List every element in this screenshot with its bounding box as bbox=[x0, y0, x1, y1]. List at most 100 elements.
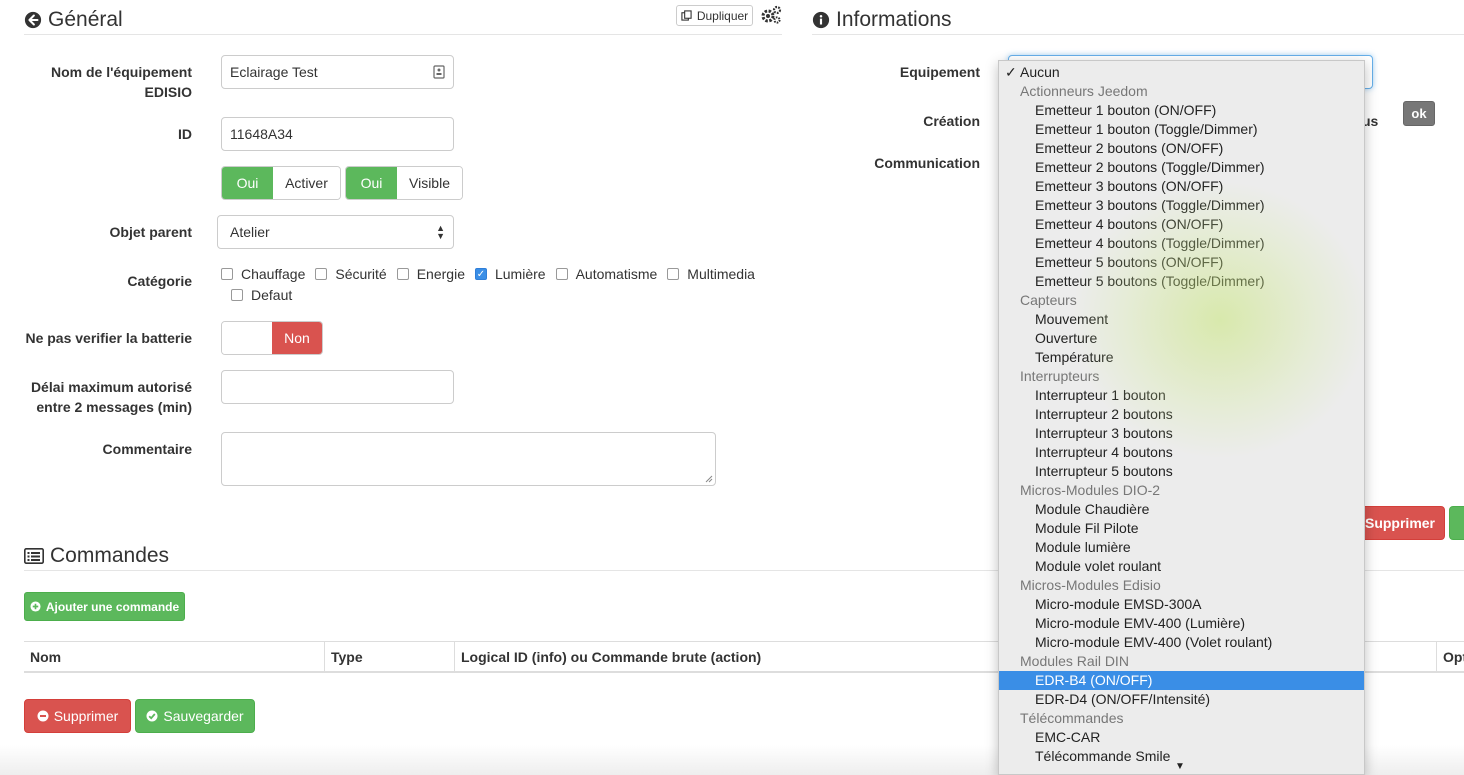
visible-toggle[interactable]: Oui Visible bbox=[345, 166, 463, 200]
checkbox[interactable] bbox=[555, 268, 568, 280]
dropdown-option[interactable]: Interrupteur 2 boutons bbox=[999, 405, 1364, 424]
dropdown-option[interactable]: Interrupteur 4 boutons bbox=[999, 443, 1364, 462]
delay-input[interactable] bbox=[221, 370, 454, 404]
parent-select[interactable]: Atelier ▲ ▼ bbox=[217, 215, 454, 249]
category-row-1: Chauffage Sécurité Energie ✓ Lumière Auto… bbox=[221, 266, 765, 282]
name-input[interactable]: Eclairage Test bbox=[221, 55, 454, 89]
dropdown-list: ✓ Aucun Actionneurs Jeedom Emetteur 1 bouto… bbox=[999, 61, 1364, 766]
arrow-circle-left-icon[interactable] bbox=[24, 11, 42, 29]
category-row-2: Defaut bbox=[231, 287, 302, 303]
info-partial-green-button[interactable] bbox=[1449, 506, 1464, 540]
dropdown-option[interactable]: Micro-module EMSD-300A bbox=[999, 595, 1364, 614]
plus-circle-icon bbox=[30, 601, 41, 612]
dropdown-group-label: Actionneurs Jeedom bbox=[1020, 83, 1148, 99]
minus-circle-icon bbox=[37, 710, 49, 722]
checkbox-checked[interactable]: ✓ bbox=[474, 268, 487, 280]
informations-divider bbox=[812, 34, 1464, 35]
battery-value[interactable]: Non bbox=[272, 322, 322, 354]
battery-label: Ne pas verifier la batterie bbox=[25, 330, 192, 346]
contact-card-icon bbox=[433, 65, 445, 79]
dropdown-option[interactable]: Emetteur 5 boutons (ON/OFF) bbox=[999, 253, 1364, 272]
dropdown-option[interactable]: Emetteur 1 bouton (Toggle/Dimmer) bbox=[999, 120, 1364, 139]
dropdown-option[interactable]: Micro-module EMV-400 (Lumière) bbox=[999, 614, 1364, 633]
save-button[interactable]: Sauvegarder bbox=[135, 699, 255, 733]
informations-section-title: Informations bbox=[812, 8, 952, 32]
general-title: Général bbox=[48, 8, 123, 31]
dropdown-group-label: Micros-Modules DIO-2 bbox=[1020, 482, 1161, 498]
commands-title: Commandes bbox=[50, 544, 170, 567]
select-arrows-icon: ▲▼ bbox=[436, 223, 445, 241]
dropdown-option[interactable]: EMC-CAR bbox=[999, 728, 1364, 747]
category-securite[interactable]: Sécurité bbox=[315, 266, 387, 282]
check-circle-icon bbox=[146, 710, 158, 722]
creation-label: Création bbox=[923, 113, 980, 129]
checkbox[interactable] bbox=[667, 268, 680, 280]
column-type: Type bbox=[324, 642, 363, 672]
checkbox[interactable] bbox=[221, 268, 233, 280]
dropdown-group-label: Télécommandes bbox=[1020, 710, 1124, 726]
delete-button[interactable]: Supprimer bbox=[24, 699, 131, 733]
category-multimedia[interactable]: Multimedia bbox=[667, 266, 755, 282]
dropdown-option[interactable]: Emetteur 3 boutons (ON/OFF) bbox=[999, 177, 1364, 196]
battery-off-area[interactable] bbox=[222, 322, 272, 354]
dropdown-group-label: Micros-Modules Edisio bbox=[1020, 577, 1161, 593]
dropdown-option[interactable]: Emetteur 4 boutons (Toggle/Dimmer) bbox=[999, 234, 1364, 253]
add-command-button[interactable]: Ajouter une commande bbox=[24, 592, 185, 621]
gears-icon[interactable] bbox=[760, 5, 782, 25]
dropdown-option[interactable]: EDR-B4 (ON/OFF) bbox=[999, 671, 1364, 690]
checkbox[interactable] bbox=[315, 268, 328, 280]
dropdown-option[interactable]: Micro-module EMV-400 (Volet roulant) bbox=[999, 633, 1364, 652]
dropdown-option[interactable]: Module Fil Pilote bbox=[999, 519, 1364, 538]
category-energie[interactable]: Energie bbox=[396, 266, 465, 282]
category-label: Catégorie bbox=[127, 273, 192, 289]
checkmark-icon: ✓ bbox=[1005, 64, 1017, 80]
checkbox[interactable] bbox=[396, 268, 409, 280]
category-lumiere[interactable]: ✓ Lumière bbox=[474, 266, 546, 282]
category-automatisme[interactable]: Automatisme bbox=[555, 266, 657, 282]
dropdown-option[interactable]: Module lumière bbox=[999, 538, 1364, 557]
info-delete-button[interactable]: Supprimer bbox=[1355, 506, 1445, 540]
activate-on[interactable]: Oui bbox=[222, 167, 273, 199]
visible-on[interactable]: Oui bbox=[346, 167, 397, 199]
dropdown-option[interactable]: Température bbox=[999, 348, 1364, 367]
dropdown-option[interactable]: Module volet roulant bbox=[999, 557, 1364, 576]
activate-label[interactable]: Activer bbox=[273, 167, 340, 199]
checkbox[interactable] bbox=[231, 289, 243, 301]
category-chauffage[interactable]: Chauffage bbox=[221, 266, 305, 282]
dropdown-option[interactable]: Emetteur 1 bouton (ON/OFF) bbox=[999, 101, 1364, 120]
resize-grip-icon[interactable] bbox=[705, 475, 713, 483]
dropdown-option[interactable]: Emetteur 4 boutons (ON/OFF) bbox=[999, 215, 1364, 234]
dropdown-option[interactable]: Module Chaudière bbox=[999, 500, 1364, 519]
informations-title: Informations bbox=[836, 8, 952, 31]
dropdown-option[interactable]: Emetteur 2 boutons (Toggle/Dimmer) bbox=[999, 158, 1364, 177]
dropdown-option[interactable]: Emetteur 2 boutons (ON/OFF) bbox=[999, 139, 1364, 158]
dropdown-option[interactable]: Emetteur 5 boutons (Toggle/Dimmer) bbox=[999, 272, 1364, 291]
comment-textarea[interactable] bbox=[221, 432, 716, 486]
dropdown-option[interactable]: Emetteur 3 boutons (Toggle/Dimmer) bbox=[999, 196, 1364, 215]
dropdown-group-label: Interrupteurs bbox=[1020, 368, 1100, 384]
commands-section-title: Commandes bbox=[24, 544, 169, 568]
dropdown-option[interactable]: ✓ Aucun bbox=[999, 63, 1364, 82]
dropdown-option[interactable]: Interrupteur 1 bouton bbox=[999, 386, 1364, 405]
delay-label: Délai maximum autorisé entre 2 messages … bbox=[30, 379, 192, 415]
parent-label: Objet parent bbox=[109, 224, 192, 240]
column-logical-id: Logical ID (info) ou Commande brute (act… bbox=[454, 642, 761, 672]
ok-button[interactable]: ok bbox=[1403, 101, 1435, 126]
scroll-down-arrow-icon[interactable]: ▼ bbox=[1175, 761, 1185, 772]
equipment-dropdown-menu[interactable]: ✓ Aucun Actionneurs Jeedom Emetteur 1 bouto… bbox=[998, 60, 1365, 775]
name-label: Nom de l'équipement EDISIO bbox=[50, 64, 192, 100]
duplicate-button[interactable]: Dupliquer bbox=[676, 5, 753, 26]
category-defaut[interactable]: Defaut bbox=[231, 287, 292, 303]
activate-toggle[interactable]: Oui Activer bbox=[221, 166, 341, 200]
dropdown-option[interactable]: Interrupteur 3 boutons bbox=[999, 424, 1364, 443]
equipment-label: Equipement bbox=[899, 64, 980, 80]
general-section-title: Général bbox=[24, 8, 123, 32]
dropdown-option[interactable]: Ouverture bbox=[999, 329, 1364, 348]
id-input[interactable]: 11648A34 bbox=[221, 117, 454, 151]
dropdown-option[interactable]: Mouvement bbox=[999, 310, 1364, 329]
visible-label[interactable]: Visible bbox=[397, 167, 462, 199]
dropdown-option[interactable]: Interrupteur 5 boutons bbox=[999, 462, 1364, 481]
dropdown-option[interactable]: EDR-D4 (ON/OFF/Intensité) bbox=[999, 690, 1364, 709]
column-nom: Nom bbox=[30, 649, 62, 665]
battery-toggle[interactable]: Non bbox=[221, 321, 323, 355]
